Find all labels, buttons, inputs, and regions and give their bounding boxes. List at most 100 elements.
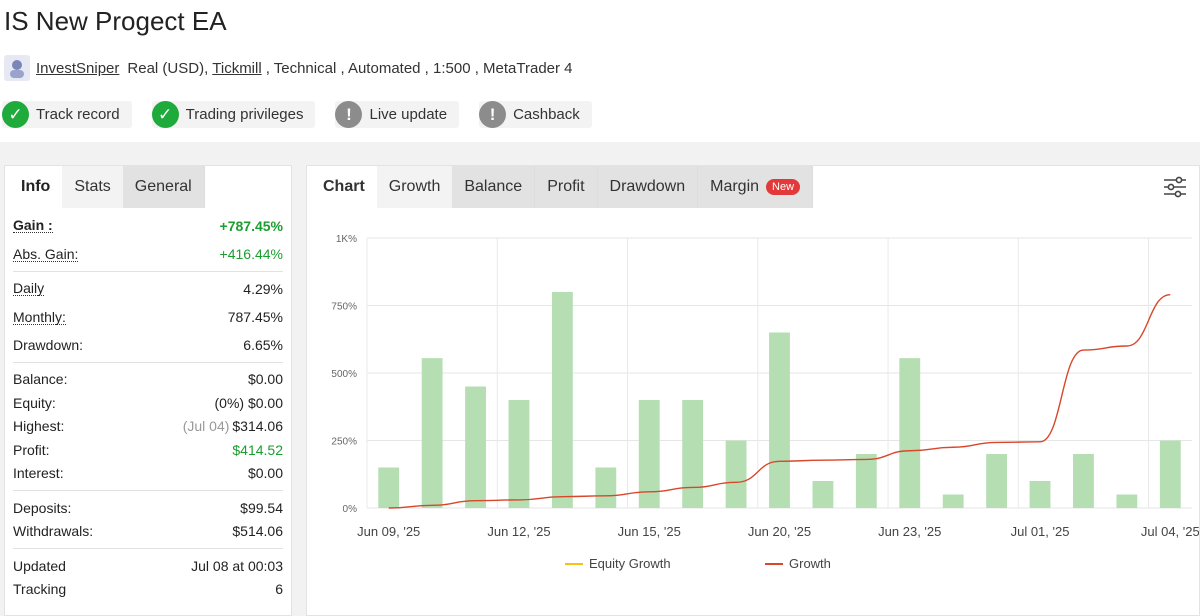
account-details: , Technical , Automated , 1:500 , MetaTr… <box>265 59 573 77</box>
stat-value: +416.44% <box>219 246 283 263</box>
avatar-icon <box>10 60 24 78</box>
stat-label: Tracking <box>13 581 67 598</box>
tab-drawdown[interactable]: Drawdown <box>597 166 699 208</box>
exclamation-icon: ! <box>479 101 507 128</box>
stat-label: Interest: <box>13 465 64 482</box>
tab-stats[interactable]: Stats <box>62 166 123 208</box>
stat-value: 4.29% <box>243 280 283 297</box>
avatar[interactable] <box>4 55 30 81</box>
stats-panel: Info Stats General Gain : +787.45% Abs. … <box>4 165 292 616</box>
x-tick-label: Jul 04, '25 <box>1141 524 1199 539</box>
stat-interest: Interest: $0.00 <box>13 462 283 486</box>
stat-label: Drawdown: <box>13 336 84 353</box>
stat-label[interactable]: Monthly: <box>13 310 66 325</box>
stat-monthly: Monthly: 787.45% <box>13 306 283 330</box>
badge-label: Trading privileges <box>185 106 304 123</box>
y-tick-label: 500% <box>331 369 357 380</box>
chart-tabs: Chart Growth Balance Profit Drawdown Mar… <box>307 166 1199 208</box>
tab-balance[interactable]: Balance <box>452 166 536 208</box>
badges: ✓ Track record ✓ Trading privileges ! Li… <box>2 101 612 128</box>
stat-drawdown: Drawdown: 6.65% <box>13 333 283 357</box>
stat-abs-gain: Abs. Gain: +416.44% <box>13 243 283 267</box>
stat-updated: Updated Jul 08 at 00:03 <box>13 554 283 578</box>
stat-label[interactable]: Abs. Gain: <box>13 247 79 262</box>
broker-link[interactable]: Tickmill <box>212 60 261 77</box>
growth-bar <box>769 332 790 508</box>
stat-label[interactable]: Gain : <box>13 218 53 234</box>
legend-growth: Growth <box>789 556 831 571</box>
account-type: Real (USD), <box>127 59 209 77</box>
legend-equity-growth: Equity Growth <box>589 556 671 571</box>
divider <box>13 490 283 491</box>
stat-value: 787.45% <box>227 309 283 326</box>
x-tick-label: Jun 09, '25 <box>357 524 420 539</box>
growth-bar <box>595 467 617 508</box>
x-tick-label: Jun 23, '25 <box>878 524 941 539</box>
y-tick-label: 1K% <box>336 234 357 245</box>
stat-value: 6.65% <box>243 336 283 353</box>
stat-daily: Daily 4.29% <box>13 277 283 301</box>
badge-trading-privileges[interactable]: ✓ Trading privileges <box>151 101 316 128</box>
growth-bar <box>1159 440 1181 508</box>
stat-withdrawals: Withdrawals: $514.06 <box>13 520 283 544</box>
growth-bar <box>1029 481 1051 508</box>
growth-bar <box>508 400 530 508</box>
growth-bar <box>855 454 877 508</box>
tab-general[interactable]: General <box>122 166 205 208</box>
growth-bar <box>812 481 834 508</box>
growth-bar <box>421 358 443 508</box>
growth-bar <box>551 292 573 508</box>
new-badge: New <box>766 179 801 195</box>
stat-label: Equity: <box>13 394 56 411</box>
y-tick-label: 0% <box>343 504 358 515</box>
growth-bar <box>986 454 1008 508</box>
growth-bar <box>899 358 921 508</box>
stat-value: $0.00 <box>247 465 283 482</box>
x-tick-label: Jun 15, '25 <box>618 524 681 539</box>
stat-label: Balance: <box>13 371 68 388</box>
stats-tabs: Info Stats General <box>5 166 291 208</box>
check-icon: ✓ <box>151 101 179 128</box>
tab-margin-label: Margin <box>710 178 760 195</box>
growth-bar <box>682 400 704 508</box>
x-tick-label: Jun 12, '25 <box>487 524 550 539</box>
growth-bar <box>1073 454 1094 508</box>
user-link[interactable]: InvestSniper <box>36 60 119 77</box>
stat-value: $414.52 <box>232 441 283 458</box>
stat-value: Jul 08 at 00:03 <box>191 557 283 574</box>
stat-balance: Balance: $0.00 <box>13 368 283 392</box>
stat-deposits: Deposits: $99.54 <box>13 496 283 520</box>
stat-value: (Jul 04) $314.06 <box>183 418 283 434</box>
stat-label[interactable]: Daily <box>13 281 45 297</box>
tab-profit[interactable]: Profit <box>535 166 598 208</box>
badge-label: Track record <box>36 106 120 123</box>
y-tick-label: 750% <box>331 302 357 313</box>
stat-equity: Equity: (0%) $0.00 <box>13 391 283 415</box>
tab-margin[interactable]: Margin New <box>698 166 814 208</box>
stat-gain: Gain : +787.45% <box>13 214 283 238</box>
chart-heading: Chart <box>311 166 377 208</box>
y-tick-label: 250% <box>331 437 357 448</box>
stat-tracking: Tracking 6 <box>13 578 283 602</box>
stat-value: $0.00 <box>247 371 283 388</box>
stats-list: Gain : +787.45% Abs. Gain: +416.44% Dail… <box>5 214 291 601</box>
page-title: IS New Progect EA <box>4 6 227 36</box>
stat-value: $99.54 <box>240 499 283 516</box>
tab-info[interactable]: Info <box>9 166 63 208</box>
badge-track-record[interactable]: ✓ Track record <box>2 101 132 128</box>
x-tick-label: Jun 20, '25 <box>748 524 811 539</box>
stat-value: 6 <box>275 581 283 598</box>
stat-label: Highest: <box>13 418 65 435</box>
badge-cashback[interactable]: ! Cashback <box>479 101 592 128</box>
settings-sliders-icon[interactable] <box>1163 176 1187 198</box>
stat-profit: Profit: $414.52 <box>13 438 283 462</box>
stat-label: Withdrawals: <box>13 523 94 540</box>
account-meta: InvestSniper Real (USD), Tickmill , Tech… <box>4 54 573 82</box>
stat-label: Deposits: <box>13 499 72 516</box>
growth-bar <box>378 467 400 508</box>
tab-growth[interactable]: Growth <box>376 166 453 208</box>
stat-label: Updated <box>13 557 66 574</box>
badge-live-update[interactable]: ! Live update <box>335 101 460 128</box>
stat-value-text: $314.06 <box>232 418 283 435</box>
growth-bar <box>465 386 486 508</box>
